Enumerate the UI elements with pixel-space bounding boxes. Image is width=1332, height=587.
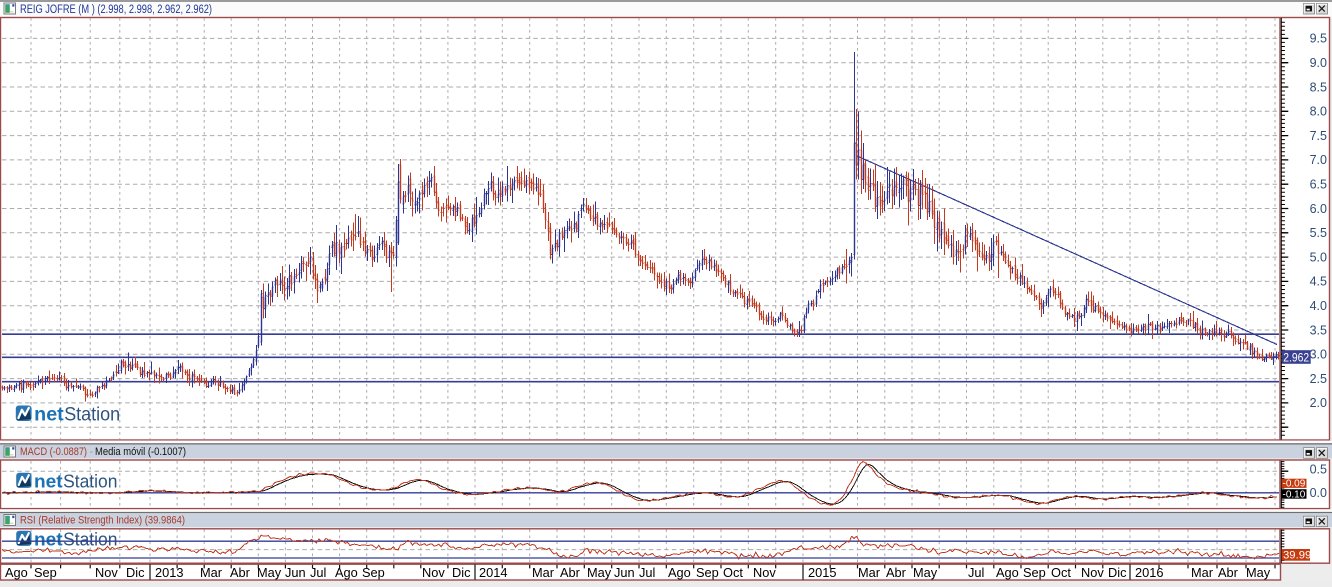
svg-text:Dic: Dic xyxy=(126,565,145,580)
svg-text:5.0: 5.0 xyxy=(1310,250,1327,264)
svg-text:Mar: Mar xyxy=(858,565,881,580)
svg-text:Oct: Oct xyxy=(723,565,743,580)
svg-text:Station: Station xyxy=(63,528,117,549)
svg-text:net: net xyxy=(34,470,63,491)
svg-text:-0.10: -0.10 xyxy=(1283,489,1306,500)
svg-text:Dic: Dic xyxy=(452,565,471,580)
svg-text:Nov: Nov xyxy=(422,565,445,580)
svg-text:Station: Station xyxy=(63,470,117,491)
svg-text:net: net xyxy=(34,405,64,426)
svg-text:Oct: Oct xyxy=(1051,565,1071,580)
svg-text:Jul: Jul xyxy=(639,565,655,580)
svg-text:Sep: Sep xyxy=(696,565,719,580)
svg-text:5.5: 5.5 xyxy=(1310,226,1327,240)
svg-text:3.0: 3.0 xyxy=(1310,348,1327,362)
svg-text:Ago: Ago xyxy=(5,565,28,580)
svg-text:Jul: Jul xyxy=(310,565,326,580)
svg-text:May: May xyxy=(587,565,612,580)
svg-text:Nov: Nov xyxy=(95,565,118,580)
svg-text:Media móvil (-0.1007): Media móvil (-0.1007) xyxy=(95,446,186,458)
svg-text:4.5: 4.5 xyxy=(1310,275,1327,289)
svg-text:Abr: Abr xyxy=(230,565,251,580)
svg-text:REIG JOFRE (M ) (2.998, 2.998,: REIG JOFRE (M ) (2.998, 2.998, 2.962, 2.… xyxy=(20,2,212,16)
svg-text:0.0: 0.0 xyxy=(1310,486,1327,500)
svg-text:Nov: Nov xyxy=(1081,565,1104,580)
svg-text:Dic: Dic xyxy=(1108,565,1127,580)
svg-text:39.99: 39.99 xyxy=(1283,550,1311,562)
svg-text:8.0: 8.0 xyxy=(1310,105,1327,119)
svg-text:6.0: 6.0 xyxy=(1310,202,1327,216)
svg-text:4.0: 4.0 xyxy=(1310,299,1327,313)
svg-text:9.5: 9.5 xyxy=(1310,32,1327,46)
svg-text:2016: 2016 xyxy=(1135,565,1163,580)
svg-text:Jun: Jun xyxy=(614,565,635,580)
svg-text:Station: Station xyxy=(64,405,120,426)
svg-text:0.5: 0.5 xyxy=(1310,463,1327,477)
svg-text:May: May xyxy=(1246,565,1271,580)
svg-text:Mar: Mar xyxy=(532,565,555,580)
svg-text:May: May xyxy=(913,565,938,580)
svg-text:Ago: Ago xyxy=(335,565,358,580)
svg-text:May: May xyxy=(257,565,282,580)
svg-text:net: net xyxy=(34,528,63,549)
svg-text:2.0: 2.0 xyxy=(1310,396,1327,410)
svg-text:8.5: 8.5 xyxy=(1310,80,1327,94)
svg-text:6.5: 6.5 xyxy=(1310,178,1327,192)
svg-text:Ago: Ago xyxy=(996,565,1019,580)
svg-text:Ago: Ago xyxy=(668,565,691,580)
svg-text:Sep: Sep xyxy=(1023,565,1046,580)
svg-text:2014: 2014 xyxy=(479,565,507,580)
svg-text:Sep: Sep xyxy=(362,565,385,580)
svg-text:Abr: Abr xyxy=(560,565,581,580)
svg-text:Nov: Nov xyxy=(753,565,776,580)
svg-text:RSI (Relative Strength Index): RSI (Relative Strength Index) (39.9864) xyxy=(20,515,185,527)
svg-text:2013: 2013 xyxy=(155,565,183,580)
svg-text:Mar: Mar xyxy=(200,565,223,580)
svg-text:-: - xyxy=(90,446,94,458)
svg-text:Sep: Sep xyxy=(34,565,57,580)
svg-text:9.0: 9.0 xyxy=(1310,56,1327,70)
svg-text:2.5: 2.5 xyxy=(1310,372,1327,386)
svg-text:Abr: Abr xyxy=(1218,565,1239,580)
svg-text:3.5: 3.5 xyxy=(1310,323,1327,337)
svg-text:2015: 2015 xyxy=(808,565,836,580)
svg-text:2.962: 2.962 xyxy=(1283,350,1309,364)
svg-text:MACD (-0.0887): MACD (-0.0887) xyxy=(20,446,87,458)
svg-text:Mar: Mar xyxy=(1191,565,1214,580)
svg-text:7.5: 7.5 xyxy=(1310,129,1327,143)
svg-text:-0.09: -0.09 xyxy=(1283,479,1306,490)
svg-text:Jun: Jun xyxy=(285,565,306,580)
svg-text:Abr: Abr xyxy=(886,565,907,580)
svg-text:7.0: 7.0 xyxy=(1310,153,1327,167)
svg-text:Jul: Jul xyxy=(968,565,984,580)
